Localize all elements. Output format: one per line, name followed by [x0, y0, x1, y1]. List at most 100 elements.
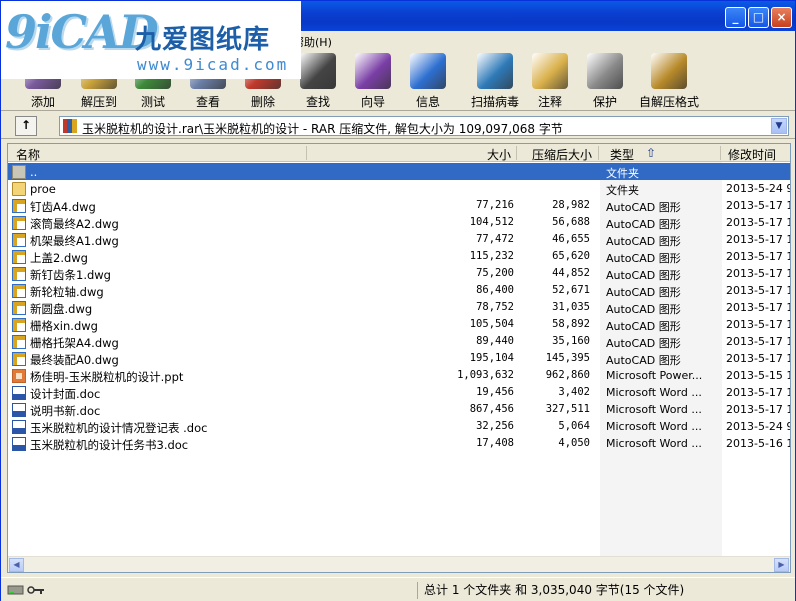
file-row[interactable]: 栅格xin.dwg 105,504 58,892 AutoCAD 图形 2013-5-1… — [8, 316, 790, 333]
file-name: 说明书新.doc — [30, 404, 101, 418]
file-name: 机架最终A1.dwg — [30, 234, 119, 248]
file-time: 2013-5-16 1 — [726, 437, 791, 450]
find-icon — [300, 53, 336, 89]
file-row[interactable]: 杨佳明-玉米脱粒机的设计.ppt 1,093,632 962,860 Microsof… — [8, 367, 790, 384]
file-row[interactable]: 玉米脱粒机的设计任务书3.doc 17,408 4,050 Microsoft Wor… — [8, 435, 790, 452]
close-button[interactable]: × — [771, 7, 792, 28]
toolbar-button-virus-scan[interactable]: 扫描病毒 — [463, 53, 527, 109]
status-summary: 总计 1 个文件夹 和 3,035,040 字节(15 个文件) — [417, 582, 787, 599]
chevron-down-icon[interactable]: ▼ — [771, 118, 787, 134]
file-row[interactable]: 新圆盘.dwg 78,752 31,035 AutoCAD 图形 2013-5-17 1 — [8, 299, 790, 316]
col-name[interactable]: 名称 — [16, 146, 40, 163]
file-packed: 56,688 — [552, 216, 590, 228]
logo-url: www.9icad.com — [137, 55, 289, 74]
toolbar-label: 保护 — [592, 95, 617, 109]
file-type: Microsoft Power... — [606, 369, 703, 382]
file-time: 2013-5-17 1 — [726, 301, 791, 314]
file-packed: 4,050 — [558, 437, 590, 449]
file-row[interactable]: proe 文件夹 2013-5-24 9 — [8, 180, 790, 197]
toolbar-button-sfx[interactable]: 自解压格式 — [637, 53, 701, 109]
file-name: 最终装配A0.dwg — [30, 353, 119, 367]
toolbar-button-comment[interactable]: 注释 — [522, 53, 578, 109]
file-size: 867,456 — [469, 403, 514, 415]
status-bar: 总计 1 个文件夹 和 3,035,040 字节(15 个文件) — [1, 577, 795, 601]
logo-letters: 9iCAD — [5, 5, 159, 59]
col-divider[interactable] — [306, 146, 307, 160]
drive-key-icon[interactable] — [7, 583, 47, 597]
scroll-left-button[interactable]: ◀ — [9, 558, 24, 572]
file-packed: 52,671 — [552, 284, 590, 296]
file-row[interactable]: 新钉齿条1.dwg 75,200 44,852 AutoCAD 图形 2013-5-17… — [8, 265, 790, 282]
horizontal-scrollbar[interactable]: ◀ ▶ — [8, 556, 790, 572]
file-time: 2013-5-24 9 — [726, 420, 791, 433]
address-bar: ↑ 玉米脱粒机的设计.rar\玉米脱粒机的设计 - RAR 压缩文件, 解包大小… — [1, 113, 795, 139]
file-size: 17,408 — [476, 437, 514, 449]
file-name: 滚筒最终A2.dwg — [30, 217, 119, 231]
file-name: 栅格托架A4.dwg — [30, 336, 119, 350]
file-time: 2013-5-17 1 — [726, 216, 791, 229]
file-size: 77,472 — [476, 233, 514, 245]
file-name: 玉米脱粒机的设计情况登记表 .doc — [30, 421, 208, 435]
file-time: 2013-5-17 1 — [726, 352, 791, 365]
file-type: AutoCAD 图形 — [606, 252, 681, 265]
col-divider[interactable] — [720, 146, 721, 160]
dwg-file-icon — [12, 284, 26, 298]
file-packed: 962,860 — [545, 369, 590, 381]
file-type: AutoCAD 图形 — [606, 320, 681, 333]
file-type: AutoCAD 图形 — [606, 201, 681, 214]
path-combo[interactable]: 玉米脱粒机的设计.rar\玉米脱粒机的设计 - RAR 压缩文件, 解包大小为 … — [59, 116, 789, 136]
file-row[interactable]: 钉齿A4.dwg 77,216 28,982 AutoCAD 图形 2013-5-17 … — [8, 197, 790, 214]
file-type: 文件夹 — [606, 167, 639, 180]
dwg-file-icon — [12, 199, 26, 213]
file-name: 新钉齿条1.dwg — [30, 268, 111, 282]
toolbar-label: 向导 — [360, 95, 385, 109]
winrar-window: _ □ × 9iCAD 九爱图纸库 www.9icad.com 帮助(H) 添加… — [0, 0, 796, 601]
file-row[interactable]: 玉米脱粒机的设计情况登记表 .doc 32,256 5,064 Microsoft W… — [8, 418, 790, 435]
toolbar-button-wizard[interactable]: 向导 — [345, 53, 401, 109]
virus-scan-icon — [477, 53, 513, 89]
col-divider[interactable] — [598, 146, 599, 160]
doc-file-icon — [12, 420, 26, 434]
col-divider[interactable] — [516, 146, 517, 160]
file-row[interactable]: 最终装配A0.dwg 195,104 145,395 AutoCAD 图形 2013-5… — [8, 350, 790, 367]
file-row[interactable]: 说明书新.doc 867,456 327,511 Microsoft Word ...… — [8, 401, 790, 418]
parent-folder-icon — [12, 165, 26, 179]
file-type: AutoCAD 图形 — [606, 337, 681, 350]
minimize-button[interactable]: _ — [725, 7, 746, 28]
file-name: 上盖2.dwg — [30, 251, 88, 265]
toolbar-label: 扫描病毒 — [470, 95, 519, 109]
file-packed: 31,035 — [552, 301, 590, 313]
toolbar-label: 测试 — [140, 95, 165, 109]
col-packed[interactable]: 压缩后大小 — [532, 146, 592, 163]
sort-arrow-icon: ⇧ — [646, 146, 657, 160]
file-row[interactable]: 滚筒最终A2.dwg 104,512 56,688 AutoCAD 图形 2013-5-… — [8, 214, 790, 231]
dwg-file-icon — [12, 318, 26, 332]
toolbar-button-info[interactable]: 信息 — [400, 53, 456, 109]
doc-file-icon — [12, 403, 26, 417]
file-name: 新轮粒轴.dwg — [30, 285, 104, 299]
file-row[interactable]: 上盖2.dwg 115,232 65,620 AutoCAD 图形 2013-5-17 … — [8, 248, 790, 265]
file-packed: 44,852 — [552, 267, 590, 279]
col-size[interactable]: 大小 — [487, 146, 511, 163]
maximize-button[interactable]: □ — [748, 7, 769, 28]
file-list[interactable]: 名称 大小 压缩后大小 类型 ⇧ 修改时间 .. 文件夹 proe 文件夹 2013-5… — [7, 143, 791, 573]
file-type: Microsoft Word ... — [606, 403, 702, 416]
file-packed: 3,402 — [558, 386, 590, 398]
file-row[interactable]: 设计封面.doc 19,456 3,402 Microsoft Word ... 201… — [8, 384, 790, 401]
file-name: 新圆盘.dwg — [30, 302, 93, 316]
file-type: AutoCAD 图形 — [606, 286, 681, 299]
file-row[interactable]: 新轮粒轴.dwg 86,400 52,671 AutoCAD 图形 2013-5-17 … — [8, 282, 790, 299]
up-level-button[interactable]: ↑ — [15, 116, 37, 136]
col-type[interactable]: 类型 — [610, 146, 634, 163]
file-name: 玉米脱粒机的设计任务书3.doc — [30, 438, 189, 452]
file-size: 1,093,632 — [457, 369, 514, 381]
doc-file-icon — [12, 386, 26, 400]
file-packed: 145,395 — [545, 352, 590, 364]
file-packed: 46,655 — [552, 233, 590, 245]
toolbar-button-protect[interactable]: 保护 — [577, 53, 633, 109]
file-row[interactable]: 机架最终A1.dwg 77,472 46,655 AutoCAD 图形 2013-5-1… — [8, 231, 790, 248]
file-row[interactable]: 栅格托架A4.dwg 89,440 35,160 AutoCAD 图形 2013-5-1… — [8, 333, 790, 350]
col-time[interactable]: 修改时间 — [728, 146, 776, 163]
scroll-right-button[interactable]: ▶ — [774, 558, 789, 572]
file-row[interactable]: .. 文件夹 — [8, 163, 790, 180]
